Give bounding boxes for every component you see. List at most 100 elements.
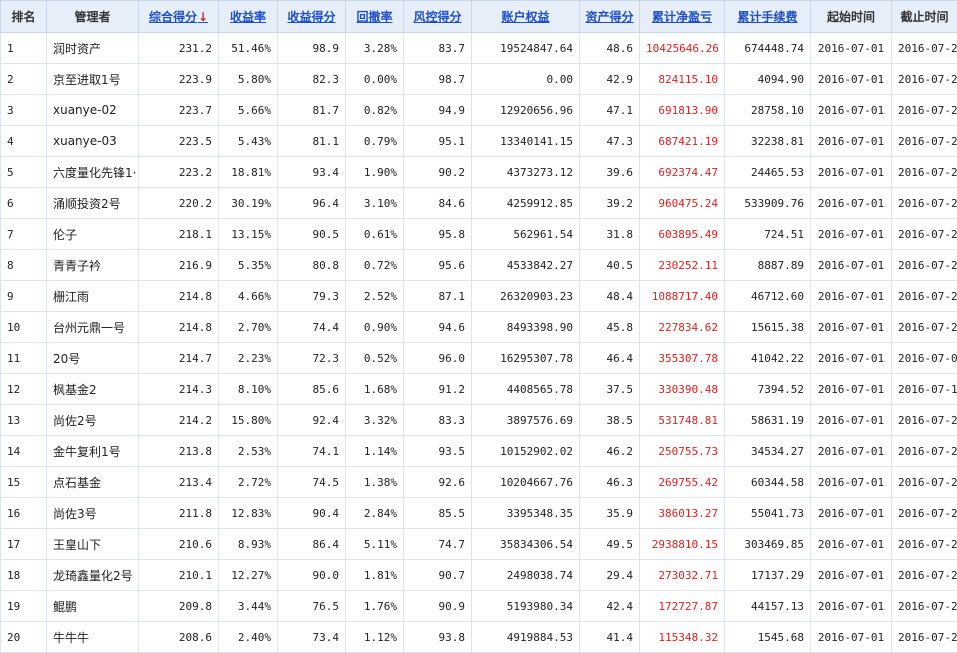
end-date-cell: 2016-07-27 [892,405,957,436]
col-drawdown-header[interactable]: 回撤率 [346,1,404,33]
cum-pnl-cell: 531748.81 [640,405,725,436]
risk-score-cell: 74.7 [404,529,472,560]
drawdown-cell: 1.14% [346,436,404,467]
col-composite-label: 综合得分 [149,10,197,24]
start-date-cell: 2016-07-01 [811,591,892,622]
cum-pnl-cell: 115348.32 [640,622,725,653]
cum-fee-cell: 60344.58 [725,467,811,498]
rank-cell: 8 [1,250,47,281]
asset-score-cell: 35.9 [580,498,640,529]
cum-fee-cell: 55041.73 [725,498,811,529]
manager-cell: 龙琦鑫量化2号 [47,560,139,591]
col-return-rate-header[interactable]: 收益率 [219,1,278,33]
composite-score-cell: 220.2 [139,188,219,219]
return-score-cell: 72.3 [278,343,346,374]
rank-cell: 13 [1,405,47,436]
risk-score-cell: 83.7 [404,33,472,64]
composite-score-cell: 223.5 [139,126,219,157]
return-rate-cell: 2.23% [219,343,278,374]
rank-cell: 12 [1,374,47,405]
asset-score-cell: 46.3 [580,467,640,498]
manager-cell: 栅江雨 [47,281,139,312]
ranking-table: 排名 管理者 综合得分↓ 收益率 收益得分 回撤率 风控得分 账户权益 资产得分… [0,0,957,653]
return-score-cell: 80.8 [278,250,346,281]
col-manager-header: 管理者 [47,1,139,33]
manager-cell: 润时资产 [47,33,139,64]
manager-cell: 金牛复利1号 [47,436,139,467]
start-date-cell: 2016-07-01 [811,188,892,219]
equity-cell: 10204667.76 [472,467,580,498]
return-rate-cell: 3.44% [219,591,278,622]
col-risk-score-header[interactable]: 风控得分 [404,1,472,33]
return-score-cell: 98.9 [278,33,346,64]
drawdown-cell: 1.12% [346,622,404,653]
composite-score-cell: 223.2 [139,157,219,188]
return-score-cell: 79.3 [278,281,346,312]
start-date-cell: 2016-07-01 [811,250,892,281]
drawdown-cell: 5.11% [346,529,404,560]
cum-pnl-cell: 230252.11 [640,250,725,281]
col-composite-header[interactable]: 综合得分↓ [139,1,219,33]
cum-pnl-cell: 330390.48 [640,374,725,405]
equity-cell: 5193980.34 [472,591,580,622]
table-row: 14金牛复利1号213.82.53%74.11.14%93.510152902.… [1,436,957,467]
composite-score-cell: 208.6 [139,622,219,653]
composite-score-cell: 214.3 [139,374,219,405]
asset-score-cell: 47.3 [580,126,640,157]
return-rate-cell: 5.43% [219,126,278,157]
cum-pnl-cell: 824115.10 [640,64,725,95]
manager-cell: 尚佐3号 [47,498,139,529]
cum-pnl-cell: 2938810.15 [640,529,725,560]
return-rate-cell: 2.40% [219,622,278,653]
risk-score-cell: 94.9 [404,95,472,126]
asset-score-cell: 45.8 [580,312,640,343]
asset-score-cell: 31.8 [580,219,640,250]
end-date-cell: 2016-07-27 [892,64,957,95]
drawdown-cell: 1.81% [346,560,404,591]
return-score-cell: 86.4 [278,529,346,560]
return-score-cell: 82.3 [278,64,346,95]
cum-fee-cell: 17137.29 [725,560,811,591]
end-date-cell: 2016-07-27 [892,467,957,498]
manager-cell: 尚佐2号 [47,405,139,436]
asset-score-cell: 42.9 [580,64,640,95]
manager-cell: xuanye-03 [47,126,139,157]
col-return-score-header[interactable]: 收益得分 [278,1,346,33]
start-date-cell: 2016-07-01 [811,126,892,157]
composite-score-cell: 210.1 [139,560,219,591]
composite-score-cell: 223.7 [139,95,219,126]
return-rate-cell: 5.35% [219,250,278,281]
rank-cell: 15 [1,467,47,498]
cum-pnl-cell: 250755.73 [640,436,725,467]
drawdown-cell: 2.52% [346,281,404,312]
asset-score-cell: 41.4 [580,622,640,653]
cum-pnl-cell: 355307.78 [640,343,725,374]
start-date-cell: 2016-07-01 [811,529,892,560]
return-rate-cell: 12.27% [219,560,278,591]
end-date-cell: 2016-07-27 [892,529,957,560]
table-row: 20牛牛牛208.62.40%73.41.12%93.84919884.5341… [1,622,957,653]
drawdown-cell: 0.79% [346,126,404,157]
col-equity-header[interactable]: 账户权益 [472,1,580,33]
return-rate-cell: 12.83% [219,498,278,529]
col-cum-pnl-header[interactable]: 累计净盈亏 [640,1,725,33]
cum-fee-cell: 28758.10 [725,95,811,126]
table-row: 18龙琦鑫量化2号210.112.27%90.01.81%90.72498038… [1,560,957,591]
cum-fee-cell: 1545.68 [725,622,811,653]
cum-fee-cell: 8887.89 [725,250,811,281]
return-rate-cell: 30.19% [219,188,278,219]
col-cum-fee-header[interactable]: 累计手续费 [725,1,811,33]
cum-fee-cell: 44157.13 [725,591,811,622]
table-row: 10台州元鼎一号214.82.70%74.40.90%94.68493398.9… [1,312,957,343]
end-date-cell: 2016-07-27 [892,250,957,281]
end-date-cell: 2016-07-27 [892,622,957,653]
risk-score-cell: 83.3 [404,405,472,436]
composite-score-cell: 214.8 [139,281,219,312]
drawdown-cell: 0.82% [346,95,404,126]
asset-score-cell: 37.5 [580,374,640,405]
col-asset-score-header[interactable]: 资产得分 [580,1,640,33]
composite-score-cell: 214.7 [139,343,219,374]
composite-score-cell: 209.8 [139,591,219,622]
start-date-cell: 2016-07-01 [811,622,892,653]
rank-cell: 1 [1,33,47,64]
